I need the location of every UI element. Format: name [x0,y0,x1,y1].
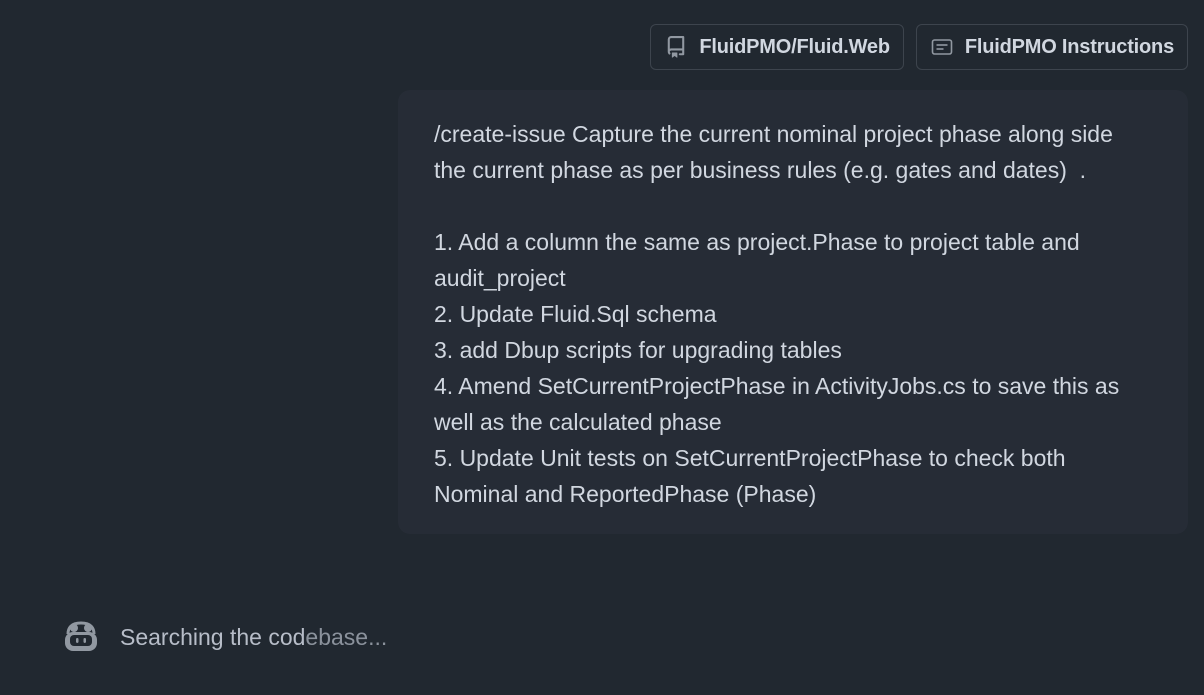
status-text: Searching the codebase... [120,624,387,651]
message-line: 4. Amend SetCurrentProjectPhase in Activ… [434,373,1120,399]
repo-icon [665,36,687,58]
message-line: well as the calculated phase [434,409,722,435]
copilot-chat-panel: FluidPMO/Fluid.Web FluidPMO Instructions… [0,0,1204,695]
user-message-bubble: /create-issue Capture the current nomina… [398,90,1188,534]
repo-chip[interactable]: FluidPMO/Fluid.Web [650,24,904,70]
message-line [434,188,1152,224]
instructions-chip-label: FluidPMO Instructions [964,35,1174,58]
status-text-fading: ebase... [305,623,388,650]
message-line: /create-issue Capture the current nomina… [434,121,1113,147]
status-text-main: Searching the cod [120,623,306,650]
message-line: Nominal and ReportedPhase (Phase) [434,481,817,507]
message-line: the current phase as per business rules … [434,157,1087,183]
repo-chip-label: FluidPMO/Fluid.Web [699,35,890,58]
instructions-chip[interactable]: FluidPMO Instructions [915,24,1188,70]
message-line: 2. Update Fluid.Sql schema [434,301,717,327]
message-line: audit_project [434,265,566,291]
message-line: 1. Add a column the same as project.Phas… [434,229,1080,255]
copilot-icon [62,620,100,654]
context-chips: FluidPMO/Fluid.Web FluidPMO Instructions [650,24,1188,70]
message-line: 5. Update Unit tests on SetCurrentProjec… [434,445,1066,471]
message-line: 3. add Dbup scripts for upgrading tables [434,337,842,363]
instructions-icon [931,36,953,58]
progress-status: Searching the codebase... [62,620,387,654]
